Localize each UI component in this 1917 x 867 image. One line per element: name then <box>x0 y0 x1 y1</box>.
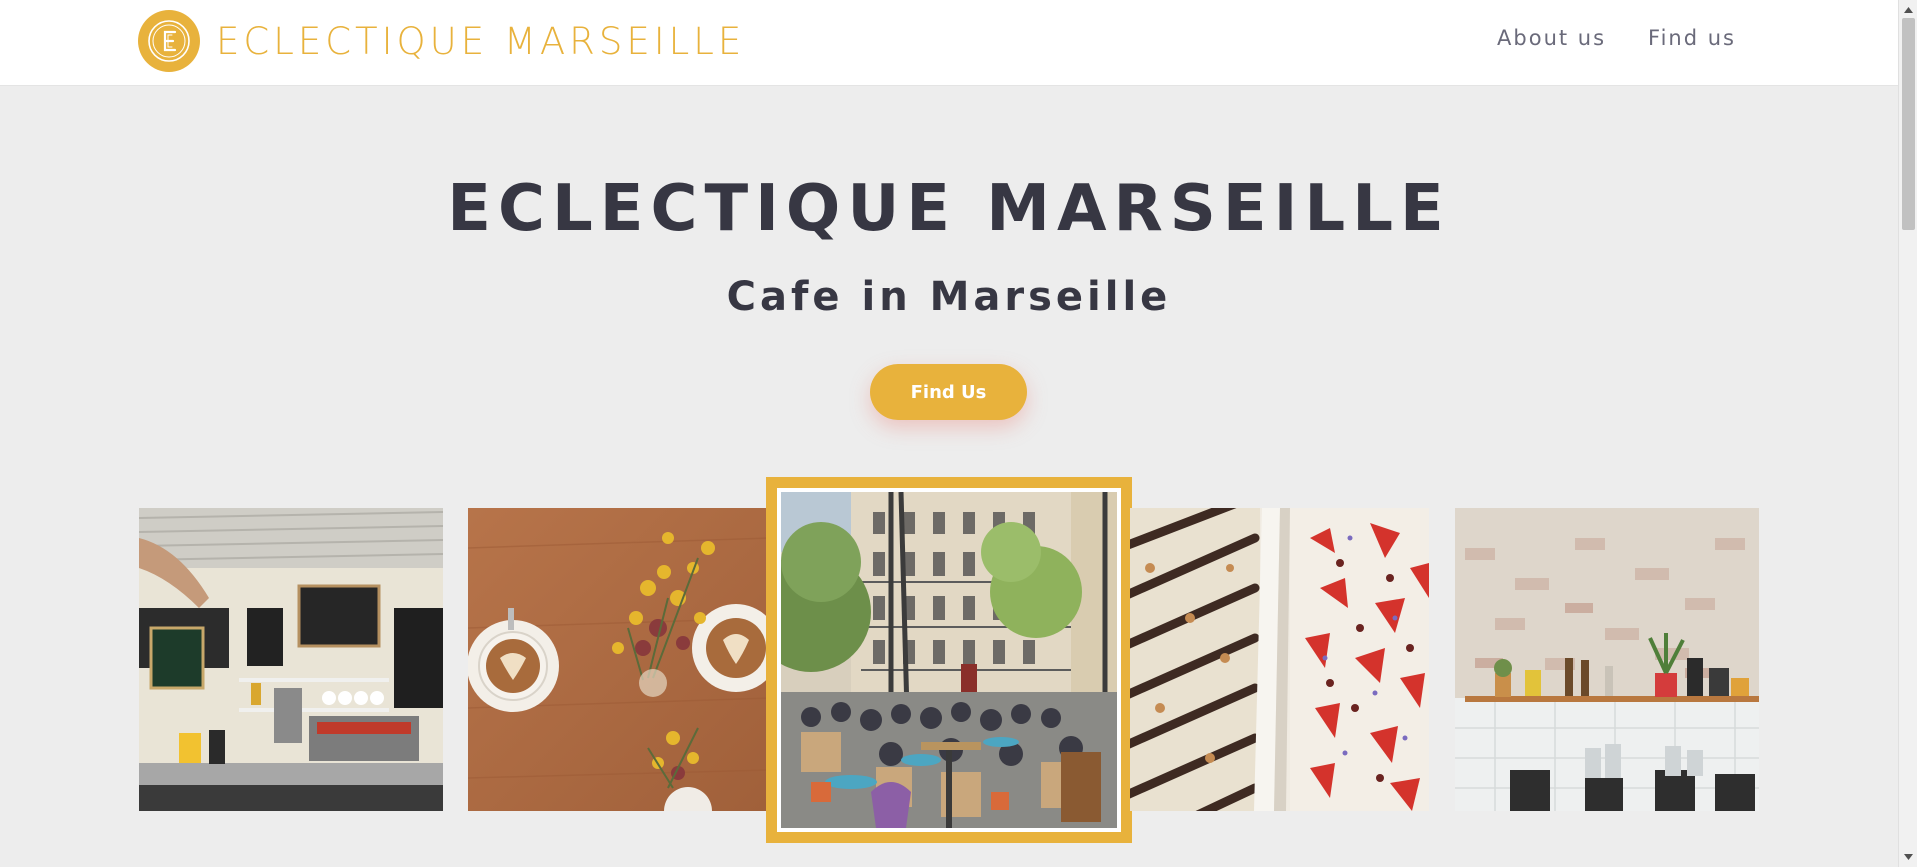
scrollbar-thumb[interactable] <box>1902 18 1915 230</box>
brick-wall-shelf-photo[interactable] <box>1455 508 1759 811</box>
terrace-photo-image <box>781 492 1117 828</box>
nav-find-us-link[interactable]: Find us <box>1648 26 1736 50</box>
letter-e-logo-icon <box>138 10 200 72</box>
find-us-button[interactable]: Find Us <box>870 364 1027 420</box>
page: ECLECTIQUE MARSEILLE About us Find us EC… <box>0 0 1917 867</box>
hero-subtitle: Cafe in Marseille <box>726 274 1172 320</box>
scroll-down-icon[interactable] <box>1899 849 1917 865</box>
brand-home-link[interactable]: ECLECTIQUE MARSEILLE <box>138 10 745 72</box>
terrace-square-photo[interactable] <box>766 477 1132 843</box>
page-scrollbar[interactable] <box>1898 0 1917 867</box>
hero-title: ECLECTIQUE MARSEILLE <box>447 172 1451 246</box>
brand-name: ECLECTIQUE MARSEILLE <box>216 19 746 63</box>
scroll-up-icon[interactable] <box>1899 2 1917 18</box>
cafe-counter-photo[interactable] <box>139 508 443 811</box>
site-header: ECLECTIQUE MARSEILLE About us Find us <box>0 0 1898 86</box>
photo-gallery <box>0 0 1898 867</box>
main-nav: About us Find us <box>1497 26 1736 50</box>
coffee-and-flowers-photo[interactable] <box>468 508 770 811</box>
nav-about-us-link[interactable]: About us <box>1497 26 1606 50</box>
chocolate-bark-photo[interactable] <box>1130 508 1429 811</box>
